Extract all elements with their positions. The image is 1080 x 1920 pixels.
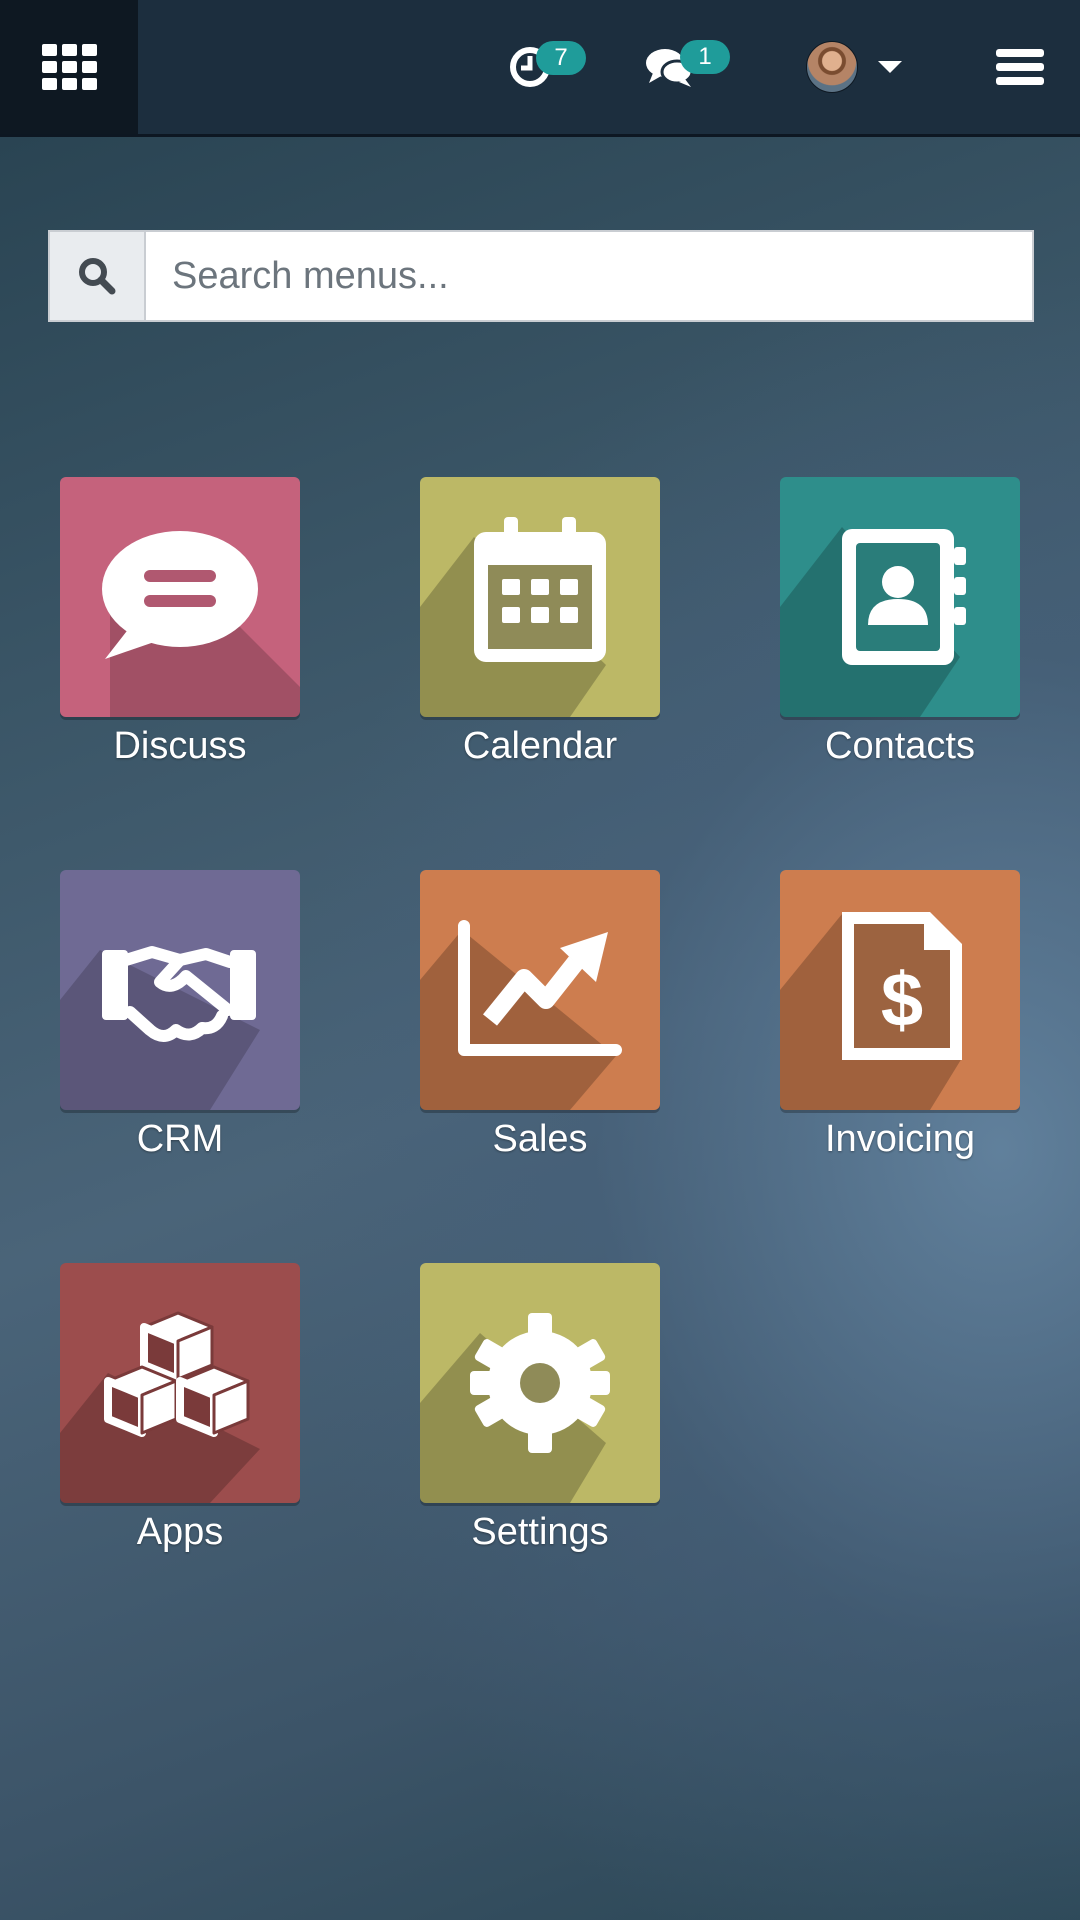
- app-label: Contacts: [825, 725, 975, 767]
- app-label: Sales: [492, 1118, 588, 1160]
- user-menu[interactable]: [806, 0, 902, 134]
- app-tile[interactable]: [420, 870, 660, 1110]
- app-tile[interactable]: $: [780, 870, 1020, 1110]
- activities-button[interactable]: 7: [508, 0, 586, 134]
- app-label: Settings: [471, 1511, 609, 1553]
- activities-count-badge: 7: [536, 41, 586, 75]
- calendar-icon: [474, 517, 606, 662]
- search-icon: [79, 258, 116, 295]
- address-book-icon: [842, 529, 966, 665]
- app-tile[interactable]: [780, 477, 1020, 717]
- app-crm[interactable]: CRM: [60, 870, 300, 1161]
- app-settings[interactable]: Settings: [420, 1263, 660, 1554]
- app-contacts[interactable]: Contacts: [780, 477, 1020, 768]
- app-label: Apps: [136, 1511, 224, 1553]
- app-tile[interactable]: [60, 477, 300, 717]
- app-invoicing[interactable]: $ Invoicing: [780, 870, 1020, 1161]
- app-calendar[interactable]: Calendar: [420, 477, 660, 768]
- app-apps[interactable]: Apps: [60, 1263, 300, 1554]
- app-label: Calendar: [462, 725, 618, 767]
- app-label: Discuss: [113, 725, 247, 767]
- search-button[interactable]: [50, 232, 146, 320]
- hamburger-icon: [996, 43, 1044, 91]
- menu-toggle-button[interactable]: [996, 0, 1044, 134]
- messages-count-badge: 1: [680, 40, 730, 74]
- cubes-icon: [104, 1311, 250, 1437]
- app-switcher-button[interactable]: [0, 0, 138, 134]
- app-sales[interactable]: Sales: [420, 870, 660, 1161]
- menu-search-bar: [48, 230, 1034, 322]
- app-label: CRM: [136, 1118, 224, 1160]
- app-tile[interactable]: [420, 477, 660, 717]
- apps-grid-icon: [41, 44, 97, 90]
- app-tile[interactable]: [60, 870, 300, 1110]
- app-tile[interactable]: [60, 1263, 300, 1503]
- top-navbar: 7 1: [0, 0, 1080, 137]
- caret-down-icon: [878, 61, 902, 73]
- avatar: [806, 41, 858, 93]
- svg-text:$: $: [881, 958, 923, 1043]
- app-discuss[interactable]: Discuss: [60, 477, 300, 768]
- invoice-icon: $: [842, 912, 962, 1060]
- search-input[interactable]: [146, 232, 1032, 320]
- messages-button[interactable]: 1: [645, 0, 730, 134]
- app-tile[interactable]: [420, 1263, 660, 1503]
- app-label: Invoicing: [825, 1118, 975, 1160]
